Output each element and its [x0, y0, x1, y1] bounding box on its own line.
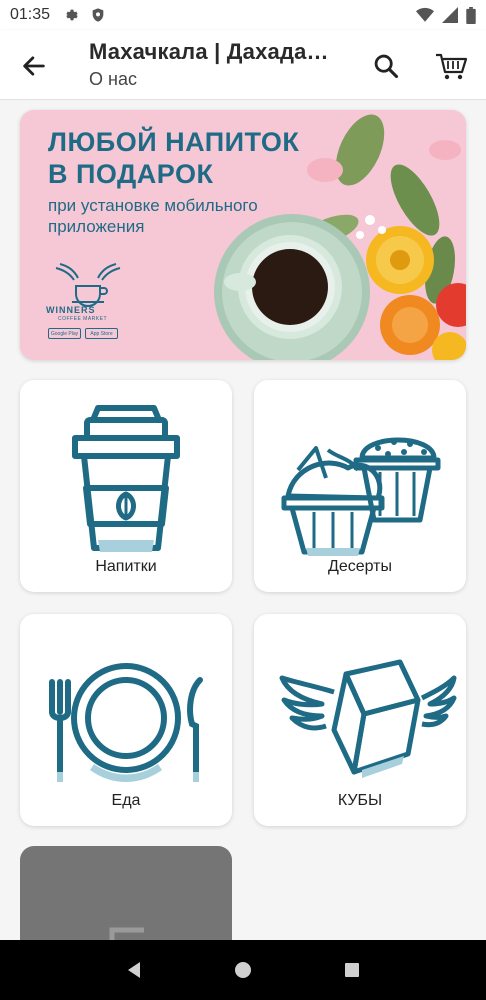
shield-icon: [92, 8, 104, 22]
category-label: Десерты: [327, 558, 392, 575]
app-store-badge[interactable]: App Store: [85, 328, 118, 339]
category-card-drinks[interactable]: Напитки: [20, 380, 232, 592]
app-bar: Махачкала | Дахадаева О нас: [0, 30, 486, 100]
brand-subtitle: COFFEE MARKET: [58, 316, 108, 322]
page-title: Махачкала | Дахадаева: [89, 39, 329, 64]
settings-icon: [66, 9, 78, 21]
search-icon[interactable]: [372, 52, 400, 80]
category-label: Еда: [111, 792, 141, 809]
banner-headline-line2: В ПОДАРОК: [48, 159, 214, 189]
signal-icon: [442, 7, 458, 23]
category-card-cubes[interactable]: КУБЫ: [254, 614, 466, 826]
promo-banner[interactable]: ЛЮБОЙ НАПИТОК В ПОДАРОК при установке мо…: [20, 110, 466, 360]
nav-back-icon[interactable]: [124, 960, 144, 980]
main-content[interactable]: ЛЮБОЙ НАПИТОК В ПОДАРОК при установке мо…: [0, 100, 486, 940]
title-block: Махачкала | Дахадаева О нас: [89, 39, 329, 90]
banner-headline: ЛЮБОЙ НАПИТОК В ПОДАРОК: [48, 126, 348, 190]
nav-recents-icon[interactable]: [342, 960, 362, 980]
store-badges: Google Play App Store: [48, 328, 118, 339]
system-nav-bar: [0, 940, 486, 1000]
partial-card-icon: [109, 927, 144, 940]
category-label: КУБЫ: [337, 792, 383, 809]
status-time: 01:35: [10, 6, 51, 23]
page-subtitle: О нас: [89, 69, 137, 89]
nav-home-icon[interactable]: [233, 960, 253, 980]
google-play-badge[interactable]: Google Play: [48, 328, 81, 339]
category-card-food[interactable]: Еда: [20, 614, 232, 826]
category-card-partial[interactable]: [20, 846, 232, 940]
cart-icon[interactable]: [434, 50, 468, 82]
category-card-desserts[interactable]: Десерты: [254, 380, 466, 592]
wifi-icon: [416, 7, 434, 22]
banner-headline-line1: ЛЮБОЙ НАПИТОК: [48, 127, 300, 157]
battery-icon: [466, 6, 476, 24]
status-bar: 01:35: [0, 0, 486, 30]
banner-subline: при установке мобильного приложения: [48, 196, 258, 236]
brand-name: WINNERS: [46, 305, 96, 315]
back-arrow-icon[interactable]: [20, 52, 48, 80]
category-label: Напитки: [95, 558, 157, 575]
